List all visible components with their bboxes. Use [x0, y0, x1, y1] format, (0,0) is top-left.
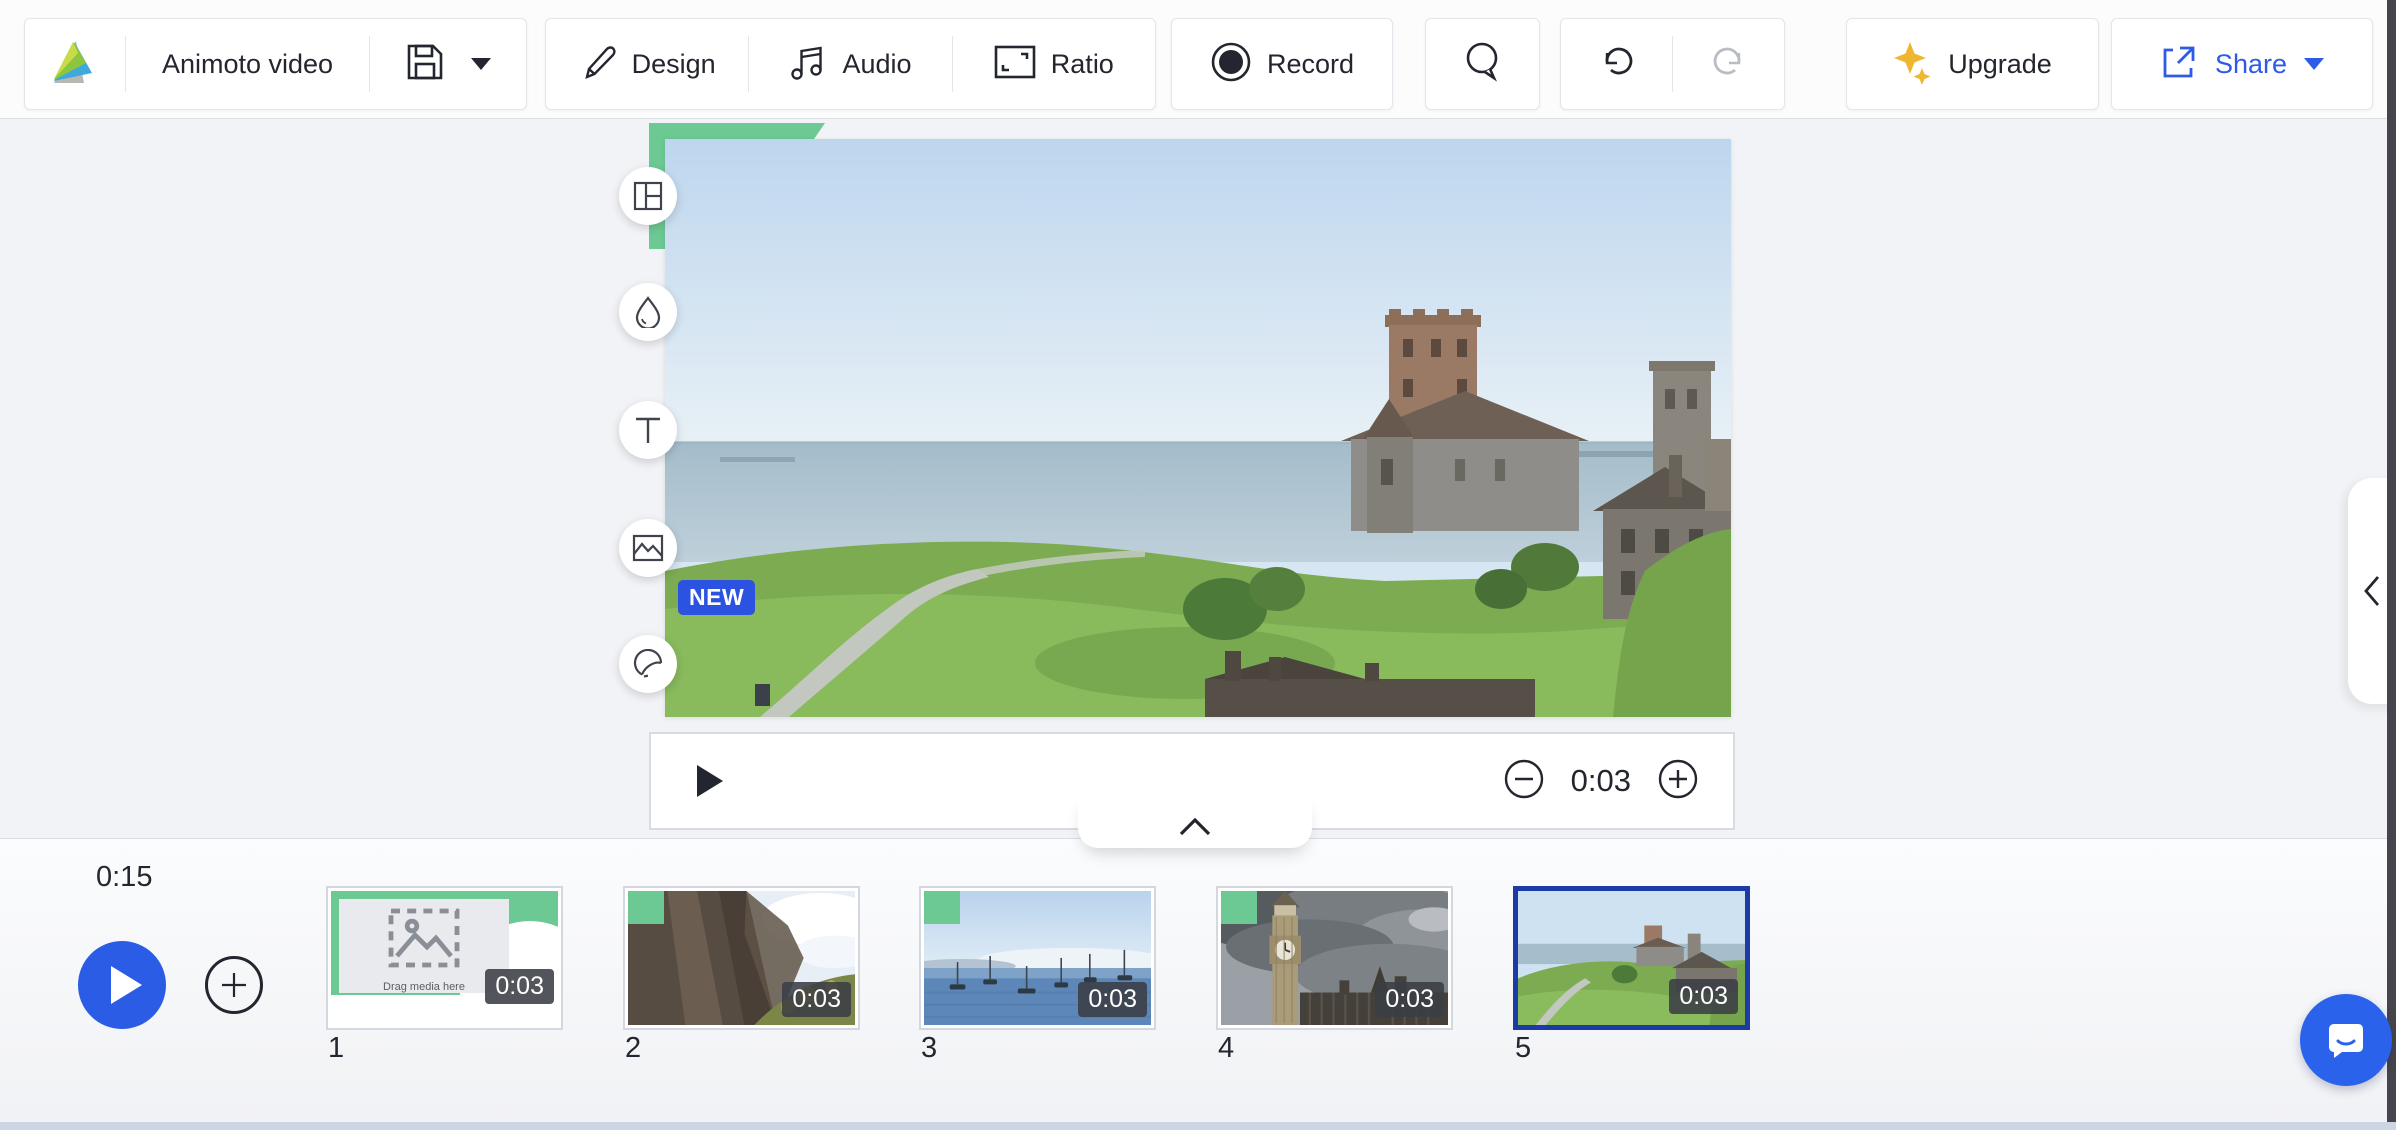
- block-color-corner: [924, 891, 960, 924]
- record-label: Record: [1266, 48, 1355, 79]
- share-card: Share: [2111, 18, 2373, 110]
- add-block-button[interactable]: [205, 956, 263, 1014]
- total-duration: 0:15: [96, 861, 153, 893]
- block-duration-badge: 0:03: [1078, 982, 1147, 1017]
- timeline-panel: 0:15 Drag media here 0:03 0:03 0:03 0:03…: [0, 838, 2396, 1122]
- search-button[interactable]: [1426, 19, 1539, 109]
- sticker-icon: [633, 649, 663, 678]
- chevron-up-icon: [1179, 817, 1211, 836]
- upgrade-card: Upgrade: [1846, 18, 2099, 110]
- block-duration-badge: 0:03: [1669, 979, 1738, 1014]
- design-label: Design: [631, 48, 716, 79]
- timeline-block-3[interactable]: 0:03: [919, 886, 1156, 1030]
- save-caret-icon[interactable]: [471, 58, 491, 70]
- increase-duration-button[interactable]: [1657, 758, 1699, 805]
- history-card: [1560, 18, 1785, 110]
- audio-button[interactable]: Audio: [749, 19, 951, 109]
- play-icon: [110, 966, 142, 1004]
- ratio-button[interactable]: Ratio: [953, 19, 1155, 109]
- window-edge-scrollbar[interactable]: [2387, 0, 2396, 1130]
- ratio-icon: [994, 45, 1036, 84]
- ratio-label: Ratio: [1050, 48, 1114, 79]
- timeline-block-1[interactable]: Drag media here 0:03: [326, 886, 563, 1030]
- block-color-corner: [628, 891, 664, 924]
- block-duration-badge: 0:03: [1375, 982, 1444, 1017]
- block-duration-badge: 0:03: [782, 982, 851, 1017]
- save-icon[interactable]: [405, 42, 445, 87]
- block-number: 2: [625, 1032, 642, 1064]
- save-menu: [370, 19, 526, 109]
- share-icon: [2160, 43, 2198, 86]
- share-label: Share: [2214, 48, 2288, 79]
- text-tool-button[interactable]: [619, 401, 677, 459]
- undo-icon: [1598, 43, 1636, 86]
- sparkles-icon: [1893, 40, 1933, 89]
- preview-play-button[interactable]: [697, 765, 723, 797]
- redo-button[interactable]: [1673, 19, 1784, 109]
- text-icon: [636, 417, 660, 443]
- layout-tool-button[interactable]: [619, 167, 677, 225]
- record-icon: [1210, 41, 1252, 88]
- decrease-duration-button[interactable]: [1503, 758, 1545, 805]
- block-number: 1: [328, 1032, 345, 1064]
- plus-icon: [222, 973, 246, 997]
- timeline-block-2[interactable]: 0:03: [623, 886, 860, 1030]
- chevron-left-icon: [2364, 576, 2380, 606]
- media-placeholder: Drag media here: [339, 899, 509, 993]
- block-color-corner: [1221, 891, 1257, 924]
- color-tool-button[interactable]: [619, 283, 677, 341]
- upgrade-label: Upgrade: [1948, 48, 2052, 79]
- sticker-tool-button[interactable]: [619, 635, 677, 693]
- project-card: Animoto video: [24, 18, 527, 110]
- block-number: 3: [921, 1032, 938, 1064]
- search-icon: [1463, 40, 1503, 89]
- placeholder-image-icon: [388, 908, 460, 968]
- edit-tools-card: Design Audio Ratio: [545, 18, 1156, 110]
- design-button[interactable]: Design: [546, 19, 748, 109]
- record-card: Record: [1171, 18, 1393, 110]
- timeline-block-4[interactable]: 0:03: [1216, 886, 1453, 1030]
- placeholder-text: Drag media here: [383, 981, 465, 993]
- block-duration-badge: 0:03: [485, 969, 554, 1004]
- block-number: 5: [1515, 1032, 1532, 1064]
- timeline-block-5[interactable]: 0:03: [1513, 886, 1750, 1030]
- block-number: 4: [1218, 1032, 1235, 1064]
- new-badge: NEW: [678, 580, 756, 615]
- design-pen-icon: [579, 43, 617, 86]
- animoto-logo: [50, 39, 100, 90]
- animoto-home-button[interactable]: [25, 19, 125, 109]
- undo-button[interactable]: [1561, 19, 1672, 109]
- share-button[interactable]: Share: [2112, 19, 2372, 109]
- expand-timeline-tab[interactable]: [1078, 792, 1312, 848]
- chat-icon: [2329, 1024, 2363, 1058]
- chat-launcher-button[interactable]: [2300, 994, 2392, 1086]
- audio-label: Audio: [842, 48, 912, 79]
- record-button[interactable]: Record: [1172, 19, 1392, 109]
- media-icon: [632, 534, 664, 562]
- project-title-button[interactable]: Animoto video: [126, 19, 369, 109]
- castle-scene-image: [665, 139, 1731, 717]
- media-tool-button[interactable]: [619, 519, 677, 577]
- video-preview-canvas[interactable]: [665, 139, 1731, 717]
- share-caret-icon: [2304, 58, 2325, 70]
- top-toolbar: Animoto video Design Audio Ratio Record …: [0, 0, 2396, 119]
- redo-icon: [1710, 43, 1748, 86]
- search-card: [1425, 18, 1540, 110]
- scene-duration: 0:03: [1570, 763, 1631, 798]
- color-drop-icon: [635, 296, 661, 328]
- layout-icon: [633, 181, 663, 211]
- window-bottom-edge: [0, 1122, 2396, 1130]
- upgrade-button[interactable]: Upgrade: [1847, 19, 2098, 109]
- project-title: Animoto video: [161, 48, 334, 79]
- animoto-editor: Animoto video Design Audio Ratio Record …: [0, 0, 2396, 1130]
- timeline-play-button[interactable]: [78, 941, 166, 1029]
- audio-note-icon: [789, 43, 827, 86]
